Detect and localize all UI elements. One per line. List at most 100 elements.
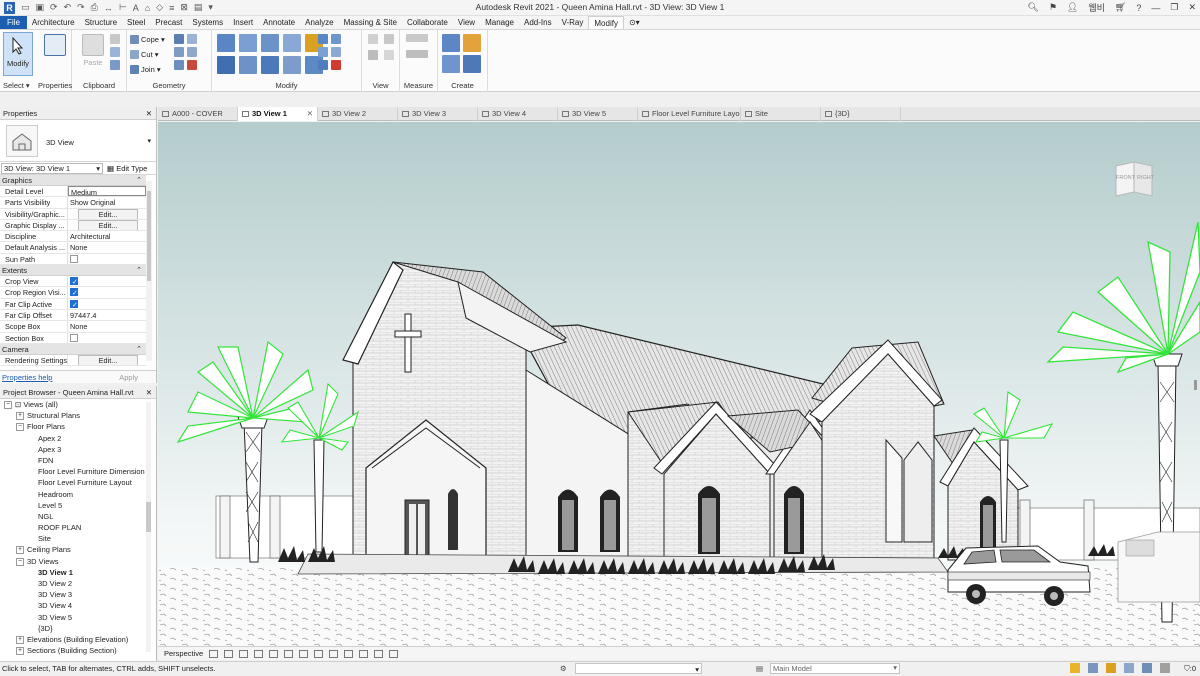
copy-clip-icon[interactable] [110, 47, 120, 57]
browser-item[interactable]: {3D} [0, 623, 156, 634]
open-icon[interactable]: ▭ [21, 2, 30, 13]
text-icon[interactable]: A [133, 3, 139, 13]
workset-dropdown[interactable] [575, 663, 702, 676]
create-parts-icon[interactable] [463, 34, 481, 52]
move-icon[interactable] [217, 56, 235, 74]
property-value[interactable]: Architectural [68, 231, 146, 241]
ribbon-tab-analyze[interactable]: Analyze [300, 16, 338, 29]
demolish-icon[interactable] [174, 60, 184, 70]
property-value[interactable]: Edit... [68, 354, 146, 366]
expand-icon[interactable]: + [16, 647, 24, 656]
align-icon[interactable] [217, 34, 235, 52]
browser-item[interactable]: Headroom [0, 489, 156, 500]
section-icon[interactable]: ◇ [156, 2, 163, 13]
paste-button[interactable]: Paste [78, 32, 108, 76]
offset-icon[interactable] [239, 34, 257, 52]
view-tab[interactable]: Floor Level Furniture Layout [638, 107, 741, 121]
property-value[interactable]: Show Original [68, 197, 146, 207]
drag-elements-icon[interactable] [1142, 663, 1152, 673]
ribbon-tab-architecture[interactable]: Architecture [27, 16, 80, 29]
revit-app-icon[interactable]: R [4, 1, 15, 14]
highlight-displacement-icon[interactable] [389, 649, 399, 658]
browser-item[interactable]: FDN [0, 455, 156, 466]
view-tab[interactable]: 3D View 5 [558, 107, 638, 121]
override-icon[interactable] [384, 34, 394, 44]
3d-viewport[interactable]: FRONT RIGHT [158, 122, 1200, 646]
property-checkbox[interactable] [70, 277, 78, 286]
crop-region-icon[interactable] [299, 649, 309, 658]
create-group-icon[interactable] [442, 55, 460, 73]
view-tab[interactable]: 3D View 3 [398, 107, 478, 121]
paint-icon[interactable] [174, 47, 184, 57]
property-value[interactable]: None [68, 242, 146, 252]
ribbon-tab-v-ray[interactable]: V-Ray [557, 16, 589, 29]
select-links-icon[interactable] [1070, 663, 1080, 673]
edit-button[interactable]: Edit... [78, 354, 138, 366]
copy-icon[interactable] [239, 56, 257, 74]
worksets-icon[interactable]: ⚙ [560, 662, 567, 675]
array-icon[interactable] [318, 34, 328, 44]
ribbon-tab-precast[interactable]: Precast [150, 16, 187, 29]
join-button[interactable]: Join ▾ [130, 64, 161, 75]
ribbon-tab-view[interactable]: View [453, 16, 480, 29]
analytical-model-icon[interactable] [374, 649, 384, 658]
delete-icon[interactable] [331, 60, 341, 70]
linework-icon[interactable] [368, 50, 378, 60]
properties-scrollbar[interactable] [146, 181, 152, 361]
shadows-icon[interactable] [254, 649, 264, 658]
property-value[interactable]: Medium [68, 186, 146, 197]
help-icon[interactable]: ? [1136, 3, 1141, 13]
mirror-axis-icon[interactable] [261, 34, 279, 52]
browser-item[interactable]: + Structural Plans [0, 410, 156, 421]
apply-button[interactable]: Apply [119, 371, 138, 384]
hide-icon[interactable] [368, 34, 378, 44]
property-value[interactable] [68, 299, 146, 309]
crop-view-icon[interactable] [284, 649, 294, 658]
save-icon[interactable]: ▣ [36, 2, 45, 13]
close-button[interactable]: ✕ [1188, 2, 1196, 13]
property-section-extents[interactable]: Extents ⌃ [0, 265, 146, 277]
ribbon-tab-manage[interactable]: Manage [480, 16, 519, 29]
scale-icon[interactable] [331, 34, 341, 44]
search-icon[interactable]: 🔍︎ [1027, 2, 1038, 13]
browser-item[interactable]: 3D View 2 [0, 578, 156, 589]
browser-item[interactable]: Floor Level Furniture Dimension [0, 466, 156, 477]
edit-button[interactable]: Edit... [78, 219, 138, 231]
print-icon[interactable]: ⎙ [91, 2, 98, 13]
instance-selector[interactable]: 3D View: 3D View 1 [1, 162, 103, 174]
minimize-button[interactable]: — [1151, 3, 1160, 13]
ribbon-tab-[interactable]: ⊙▾ [624, 16, 645, 29]
rotate-icon[interactable] [261, 56, 279, 74]
editable-only-icon[interactable]: ▤ [756, 662, 763, 675]
property-section-camera[interactable]: Camera ⌃ [0, 343, 146, 355]
collapse-icon[interactable]: − [16, 423, 24, 432]
browser-item[interactable]: NGL [0, 511, 156, 522]
group-icon[interactable] [318, 60, 328, 70]
reveal-hidden-icon[interactable] [344, 649, 354, 658]
browser-item[interactable]: + Sections (Building Section) [0, 645, 156, 656]
cope-button[interactable]: Cope ▾ [130, 34, 165, 45]
browser-item[interactable]: 3D View 3 [0, 589, 156, 600]
property-value[interactable]: 97447.4 [68, 310, 146, 320]
create-assembly-icon[interactable] [442, 34, 460, 52]
wall-joins-icon[interactable] [174, 34, 184, 44]
property-checkbox[interactable] [70, 299, 78, 309]
viewcube-front-label[interactable]: FRONT [1116, 175, 1135, 181]
property-value[interactable]: Edit... [68, 219, 146, 231]
browser-item[interactable]: Floor Level Furniture Layout [0, 477, 156, 488]
match-type-icon[interactable] [110, 60, 120, 70]
unlocked-3d-icon[interactable] [314, 649, 324, 658]
properties-button[interactable] [40, 32, 70, 76]
browser-item[interactable]: Site [0, 533, 156, 544]
browser-item[interactable]: ROOF PLAN [0, 522, 156, 533]
collapse-icon[interactable]: ⌃ [136, 175, 142, 186]
browser-item[interactable]: − Floor Plans [0, 421, 156, 432]
viewport-scroll-handle[interactable] [1194, 380, 1197, 390]
browser-item[interactable]: Apex 3 [0, 444, 156, 455]
properties-help-link[interactable]: Properties help [0, 373, 52, 382]
view-tab[interactable]: 3D View 1 ✕ [238, 107, 318, 121]
redo-icon[interactable]: ↷ [77, 2, 85, 13]
ribbon-tab-collaborate[interactable]: Collaborate [402, 16, 453, 29]
aligned-dimension-icon[interactable] [406, 50, 428, 58]
view-tab[interactable]: Site [741, 107, 821, 121]
